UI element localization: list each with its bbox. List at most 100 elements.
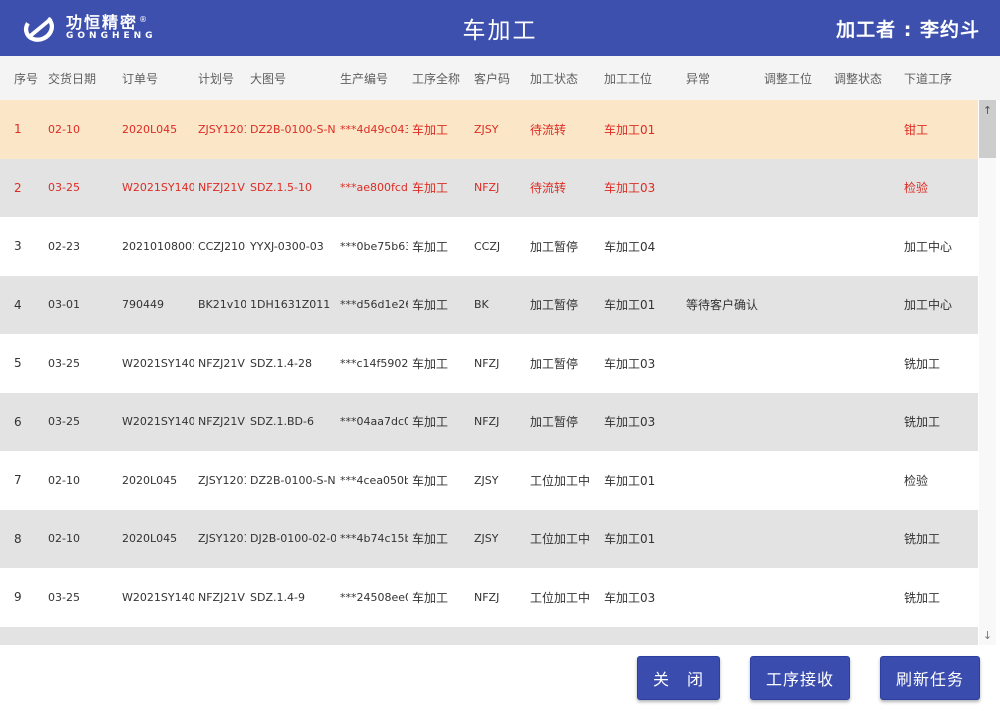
col-header-adjust-status: 调整状态 xyxy=(830,70,900,87)
col-header-prod-no: 生产编号 xyxy=(336,70,408,87)
cell-seq: 6 xyxy=(0,415,44,429)
cell-process-name: 车加工 xyxy=(408,296,470,313)
cell-drawing-no: SDZ.1.5-10 xyxy=(246,181,336,194)
cell-seq: 2 xyxy=(0,181,44,195)
cell-order-no: W2021SY140 xyxy=(118,415,194,428)
cell-drawing-no: 1DH1631Z011 xyxy=(246,298,336,311)
cell-plan-no: CCZJ2108 xyxy=(194,240,246,253)
operator-label: 加工者 : 李约斗 xyxy=(836,15,980,42)
cell-status: 工位加工中 xyxy=(526,589,600,606)
cell-process-name: 车加工 xyxy=(408,355,470,372)
cell-status: 工位加工中 xyxy=(526,472,600,489)
cell-status: 加工暂停 xyxy=(526,238,600,255)
cell-prod-no: ***24508ee0 xyxy=(336,591,408,604)
cell-prod-no: ***0be75b63 xyxy=(336,240,408,253)
cell-next-process: 铣加工 xyxy=(900,530,978,547)
cell-process-name: 车加工 xyxy=(408,121,470,138)
close-button[interactable]: 关 闭 xyxy=(637,656,720,700)
cell-order-no: 2020L045 xyxy=(118,474,194,487)
cell-seq: 3 xyxy=(0,239,44,253)
cell-delivery-date: 03-25 xyxy=(44,357,118,370)
table-header-row: 序号 交货日期 订单号 计划号 大图号 生产编号 工序全称 客户码 加工状态 加… xyxy=(0,56,1000,100)
cell-order-no: 790449 xyxy=(118,298,194,311)
cell-order-no: W2021SY140 xyxy=(118,181,194,194)
cell-plan-no: BK21v101 xyxy=(194,298,246,311)
cell-delivery-date: 03-25 xyxy=(44,591,118,604)
scroll-up-icon[interactable]: ↑ xyxy=(979,100,996,120)
cell-customer-code: CCZJ xyxy=(470,240,526,253)
col-header-customer-code: 客户码 xyxy=(470,70,526,87)
cell-next-process: 铣加工 xyxy=(900,413,978,430)
cell-drawing-no: DZ2B-0100-S-N- xyxy=(246,123,336,136)
cell-customer-code: NFZJ xyxy=(470,591,526,604)
cell-delivery-date: 03-25 xyxy=(44,415,118,428)
table-row[interactable]: 4 03-01 790449 BK21v101 1DH1631Z011 ***d… xyxy=(0,276,978,335)
table-row[interactable]: 1 02-10 2020L045 ZJSY1201 DZ2B-0100-S-N-… xyxy=(0,100,978,159)
cell-drawing-no: YYXJ-0300-03 xyxy=(246,240,336,253)
cell-station: 车加工01 xyxy=(600,472,682,489)
table-row[interactable]: 3 02-23 202101080011 CCZJ2108 YYXJ-0300-… xyxy=(0,217,978,276)
cell-order-no: 2020L045 xyxy=(118,532,194,545)
cell-prod-no: ***04aa7dc0 xyxy=(336,415,408,428)
cell-plan-no: ZJSY1201 xyxy=(194,474,246,487)
cell-status: 加工暂停 xyxy=(526,355,600,372)
vertical-scrollbar[interactable]: ↑ ↓ xyxy=(979,100,996,645)
cell-prod-no: ***4d49c043 xyxy=(336,123,408,136)
cell-plan-no: ZJSY1201 xyxy=(194,123,246,136)
scrollbar-thumb[interactable] xyxy=(979,120,996,158)
cell-process-name: 车加工 xyxy=(408,179,470,196)
cell-delivery-date: 03-25 xyxy=(44,181,118,194)
scroll-down-icon[interactable]: ↓ xyxy=(979,625,996,645)
cell-delivery-date: 02-23 xyxy=(44,240,118,253)
refresh-tasks-button[interactable]: 刷新任务 xyxy=(880,656,980,700)
cell-order-no: W2021SY140 xyxy=(118,591,194,604)
cell-drawing-no: DZ2B-0100-S-N.1 xyxy=(246,474,336,487)
topbar: 功恒精密® GONGHENG 车加工 加工者 : 李约斗 xyxy=(0,0,1000,56)
cell-station: 车加工03 xyxy=(600,413,682,430)
cell-seq: 8 xyxy=(0,532,44,546)
col-header-adjust-station: 调整工位 xyxy=(760,70,830,87)
cell-drawing-no: SDZ.1.4-9 xyxy=(246,591,336,604)
cell-customer-code: ZJSY xyxy=(470,532,526,545)
cell-station: 车加工03 xyxy=(600,589,682,606)
cell-next-process: 铣加工 xyxy=(900,355,978,372)
cell-status: 工位加工中 xyxy=(526,530,600,547)
cell-order-no: 202101080011 xyxy=(118,240,194,253)
cell-station: 车加工01 xyxy=(600,530,682,547)
cell-drawing-no: SDZ.1.4-28 xyxy=(246,357,336,370)
footer-bar: 关 闭 工序接收 刷新任务 xyxy=(0,645,1000,711)
cell-next-process: 检验 xyxy=(900,179,978,196)
scrollbar-track[interactable] xyxy=(979,158,996,625)
table-row[interactable]: 2 03-25 W2021SY140 NFZJ21V1 SDZ.1.5-10 *… xyxy=(0,159,978,218)
cell-status: 加工暂停 xyxy=(526,296,600,313)
process-receive-button[interactable]: 工序接收 xyxy=(750,656,850,700)
col-header-status: 加工状态 xyxy=(526,70,600,87)
cell-prod-no: ***d56d1e26 xyxy=(336,298,408,311)
cell-next-process: 检验 xyxy=(900,472,978,489)
cell-seq: 7 xyxy=(0,473,44,487)
partial-next-row xyxy=(0,627,978,646)
cell-customer-code: NFZJ xyxy=(470,415,526,428)
cell-customer-code: NFZJ xyxy=(470,181,526,194)
cell-status: 待流转 xyxy=(526,121,600,138)
cell-status: 加工暂停 xyxy=(526,413,600,430)
cell-station: 车加工01 xyxy=(600,121,682,138)
table-row[interactable]: 7 02-10 2020L045 ZJSY1201 DZ2B-0100-S-N.… xyxy=(0,451,978,510)
cell-plan-no: ZJSY1201 xyxy=(194,532,246,545)
col-header-plan-no: 计划号 xyxy=(194,70,246,87)
cell-process-name: 车加工 xyxy=(408,472,470,489)
cell-process-name: 车加工 xyxy=(408,238,470,255)
table-row[interactable]: 5 03-25 W2021SY140 NFZJ21V1 SDZ.1.4-28 *… xyxy=(0,334,978,393)
cell-delivery-date: 02-10 xyxy=(44,474,118,487)
col-header-delivery-date: 交货日期 xyxy=(44,70,118,87)
cell-seq: 5 xyxy=(0,356,44,370)
cell-process-name: 车加工 xyxy=(408,530,470,547)
col-header-station: 加工工位 xyxy=(600,70,682,87)
cell-drawing-no: DJ2B-0100-02-03 xyxy=(246,532,336,545)
table-row[interactable]: 8 02-10 2020L045 ZJSY1201 DJ2B-0100-02-0… xyxy=(0,510,978,569)
cell-customer-code: ZJSY xyxy=(470,123,526,136)
table-row[interactable]: 6 03-25 W2021SY140 NFZJ21V1 SDZ.1.BD-6 *… xyxy=(0,393,978,452)
table-row[interactable]: 9 03-25 W2021SY140 NFZJ21V1 SDZ.1.4-9 **… xyxy=(0,568,978,627)
cell-next-process: 加工中心 xyxy=(900,296,978,313)
cell-plan-no: NFZJ21V1 xyxy=(194,591,246,604)
